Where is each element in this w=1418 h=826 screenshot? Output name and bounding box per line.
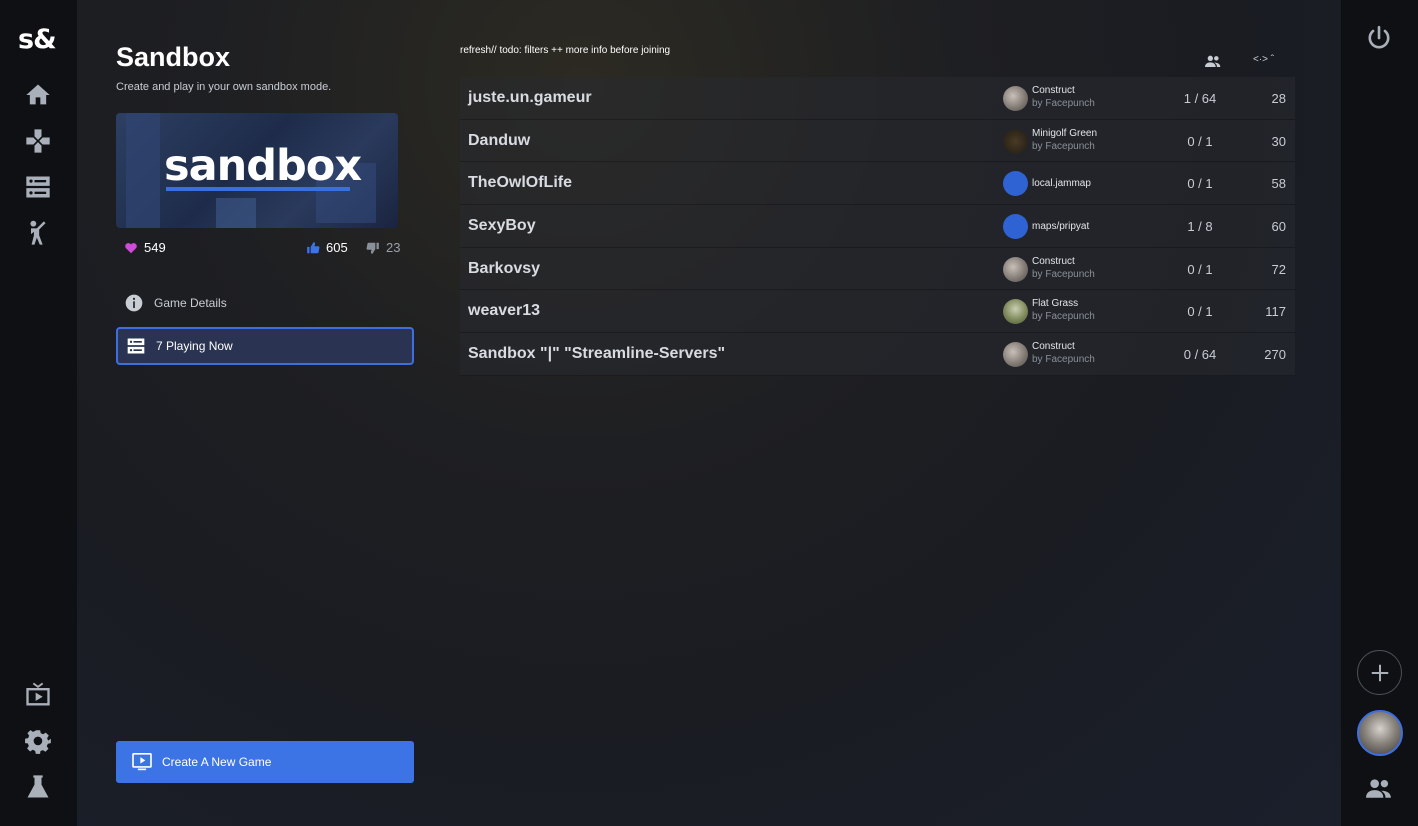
thumbs-up-icon [307,241,320,253]
tv-icon[interactable] [24,681,52,709]
player-count: 0 / 1 [1187,304,1213,320]
ping-value: 270 [1264,347,1286,363]
game-subtitle: Create and play in your own sandbox mode… [116,81,332,93]
monitor-play-icon [132,753,152,771]
main-panel: Sandbox Create and play in your own sand… [77,0,1341,826]
server-row[interactable]: Barkovsy Construct by Facepunch 0 / 1 72 [460,247,1295,291]
game-details-button[interactable]: Game Details [116,284,414,322]
server-row[interactable]: TheOwlOfLife local.jammap 0 / 1 58 [460,162,1295,206]
map-thumbnail [1003,171,1028,197]
gear-icon[interactable] [24,727,52,755]
thumbnail-logo-text: sandbox [164,141,362,191]
server-name: juste.un.gameur [468,89,592,106]
player-count: 0 / 1 [1187,133,1213,149]
playing-now-button[interactable]: 7 Playing Now [116,327,414,365]
ping-column-sort[interactable]: <·> ˆ [1253,54,1274,65]
server-row[interactable]: Sandbox "|" "Streamline-Servers" Constru… [460,333,1295,376]
right-rail [1341,0,1418,826]
server-name: weaver13 [468,302,541,320]
player-count: 0 / 64 [1183,347,1217,363]
ping-value: 60 [1271,219,1286,235]
map-name: Construct [1032,85,1075,96]
info-icon [125,294,143,312]
server-list-header[interactable]: refresh// todo: filters ++ more info bef… [460,45,670,56]
ping-value: 28 [1271,91,1286,106]
ping-value: 72 [1271,261,1286,277]
favorites-stat[interactable]: 549 [124,240,166,255]
map-author: by Facepunch [1032,311,1095,323]
add-friend-button[interactable] [1357,650,1402,695]
game-thumbnail: sandbox [116,113,398,228]
map-name: maps/pripyat [1032,221,1090,233]
map-thumbnail [1003,256,1028,282]
server-name: Sandbox "|" "Streamline-Servers" [468,345,726,363]
flask-icon[interactable] [24,773,52,801]
downvote-count: 23 [386,240,401,255]
user-avatar[interactable] [1357,710,1403,756]
map-name: Flat Grass [1032,298,1079,310]
server-name: TheOwlOfLife [468,174,572,192]
map-author: by Facepunch [1032,140,1095,152]
map-author: by Facepunch [1032,354,1095,366]
power-icon[interactable] [1366,25,1392,51]
map-thumbnail [1003,128,1028,154]
map-thumbnail [1003,86,1028,111]
player-count: 0 / 1 [1187,176,1213,192]
ping-value: 117 [1265,304,1286,320]
upvote-stat[interactable]: 605 [306,240,348,255]
map-name: Construct [1032,341,1075,353]
avatar-figure-icon[interactable] [24,219,52,247]
downvote-stat[interactable]: 23 [366,240,400,255]
favorites-count: 549 [144,240,166,255]
players-column-icon[interactable] [1205,54,1221,68]
game-stats: 549 605 23 [116,240,406,258]
ping-value: 58 [1271,176,1286,192]
servers-icon [127,338,145,354]
game-details-label: Game Details [154,296,227,310]
ping-value: 30 [1271,133,1286,149]
playing-now-label: 7 Playing Now [156,339,233,353]
server-row[interactable]: juste.un.gameur Construct by Facepunch 1… [460,77,1295,120]
friends-icon[interactable] [1366,775,1392,801]
player-count: 0 / 1 [1187,261,1213,277]
player-count: 1 / 64 [1183,91,1217,106]
servers-icon[interactable] [24,173,52,201]
left-nav-rail: s& [0,0,77,826]
server-name: Danduw [468,131,531,149]
plus-icon [1371,664,1388,681]
map-thumbnail [1003,342,1028,368]
server-name: SexyBoy [468,217,536,235]
server-row[interactable]: Danduw Minigolf Green by Facepunch 0 / 1… [460,119,1295,163]
map-author: by Facepunch [1032,268,1095,280]
server-name: Barkovsy [468,259,541,277]
home-icon[interactable] [24,81,52,109]
player-count: 1 / 8 [1187,219,1213,235]
upvote-count: 605 [326,240,348,255]
server-list: juste.un.gameur Construct by Facepunch 1… [460,77,1295,376]
server-row[interactable]: weaver13 Flat Grass by Facepunch 0 / 1 1… [460,290,1295,334]
map-thumbnail [1003,299,1028,325]
map-name: Minigolf Green [1032,127,1098,139]
gamepad-icon[interactable] [24,127,52,155]
page-title: Sandbox [116,42,231,72]
heart-icon [125,242,137,253]
app-logo[interactable]: s& [18,24,57,55]
thumbs-down-icon [366,242,379,254]
map-name: Construct [1032,255,1075,267]
create-new-game-label: Create A New Game [162,755,272,769]
server-row[interactable]: SexyBoy maps/pripyat 1 / 8 60 [460,205,1295,248]
create-new-game-button[interactable]: Create A New Game [116,741,414,783]
map-author: by Facepunch [1032,98,1095,109]
map-thumbnail [1003,214,1028,240]
map-name: local.jammap [1032,178,1091,190]
